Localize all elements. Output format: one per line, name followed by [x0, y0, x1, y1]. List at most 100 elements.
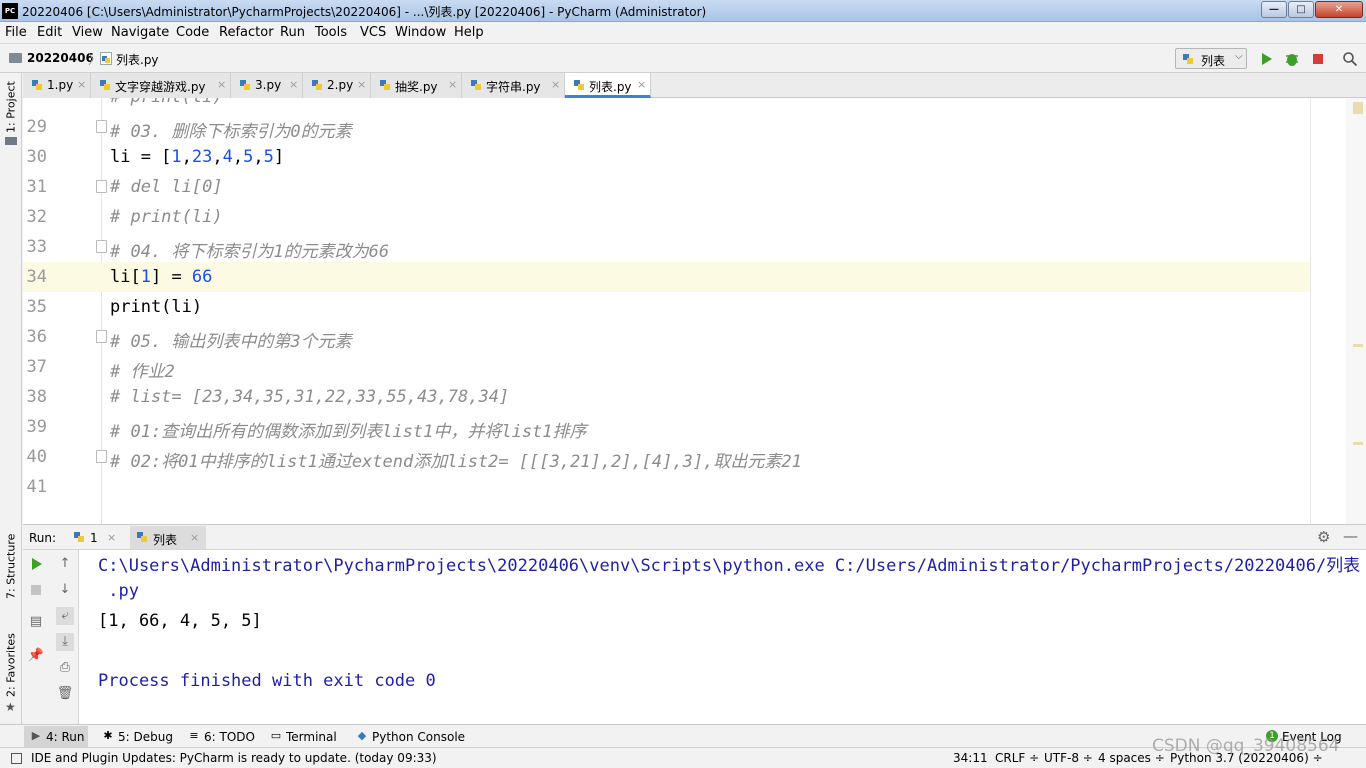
- search-icon[interactable]: [1342, 51, 1358, 67]
- close-tab-icon[interactable]: ×: [77, 78, 86, 91]
- pycharm-logo-icon: PC: [2, 3, 18, 19]
- hide-panel-icon[interactable]: —: [1343, 527, 1358, 545]
- tab-text-adventure-py[interactable]: 文字穿越游戏.py ×: [91, 73, 231, 98]
- menu-code[interactable]: Code: [176, 25, 209, 40]
- folder-icon: [9, 53, 22, 63]
- menu-refactor[interactable]: Refactor: [219, 25, 274, 40]
- menu-help[interactable]: Help: [454, 25, 484, 40]
- tab-3-py[interactable]: 3.py ×: [231, 73, 303, 98]
- menu-window[interactable]: Window: [395, 25, 446, 40]
- fold-marker-icon[interactable]: [96, 180, 107, 193]
- fold-marker-icon[interactable]: [96, 330, 107, 343]
- tab-label: 字符串.py: [486, 80, 541, 94]
- code-text: # print(li): [110, 98, 223, 107]
- menu-navigate[interactable]: Navigate: [111, 25, 169, 40]
- fold-marker-icon[interactable]: [96, 240, 107, 253]
- tool-tab-debug[interactable]: ✱ 5: Debug: [96, 726, 174, 747]
- tab-label: 2.py: [327, 78, 354, 92]
- tab-string-py[interactable]: 字符串.py ×: [462, 73, 565, 98]
- code-editor[interactable]: # print(li) 29 # 03. 删除下标索引为0的元素 30 li =…: [23, 98, 1366, 524]
- run-tab-1[interactable]: 1 ×: [67, 526, 125, 549]
- print-icon[interactable]: ⎙: [56, 659, 74, 677]
- file-encoding[interactable]: UTF-8 ÷: [1044, 751, 1093, 765]
- status-message-icon[interactable]: [11, 753, 22, 764]
- fold-marker-icon[interactable]: [96, 450, 107, 463]
- tool-window-favorites[interactable]: 2: Favorites: [2, 633, 20, 697]
- soft-wrap-icon[interactable]: ⤶: [56, 607, 74, 625]
- error-stripe[interactable]: [1346, 98, 1366, 524]
- close-tab-icon[interactable]: ×: [551, 78, 560, 91]
- tool-tab-todo[interactable]: ≡ 6: TODO: [182, 726, 256, 747]
- code-line: 29 # 03. 删除下标索引为0的元素: [23, 112, 1311, 142]
- chevron-down-icon: ⌵: [1235, 51, 1243, 62]
- line-separator[interactable]: CRLF ÷: [995, 751, 1039, 765]
- stop-icon[interactable]: [1310, 51, 1326, 67]
- code-text: li = [1,23,4,5,5]: [110, 147, 285, 167]
- fold-marker-icon[interactable]: [96, 120, 107, 133]
- tab-label: 文字穿越游戏.py: [115, 80, 206, 94]
- line-number: 37: [26, 357, 47, 377]
- tool-tab-python-console[interactable]: ◆ Python Console: [350, 726, 466, 747]
- close-window-button[interactable]: ✕: [1315, 1, 1363, 18]
- python-icon: [74, 532, 84, 542]
- menu-tools[interactable]: Tools: [315, 25, 347, 40]
- tab-lottery-py[interactable]: 抽奖.py ×: [371, 73, 462, 98]
- stripe-marker[interactable]: [1353, 442, 1363, 445]
- layout-icon[interactable]: ▤: [27, 613, 45, 631]
- code-text: # 05. 输出列表中的第3个元素: [110, 332, 352, 352]
- menu-vcs[interactable]: VCS: [360, 25, 386, 40]
- pin-icon[interactable]: 📌: [27, 647, 45, 665]
- run-tab-list[interactable]: 列表 ×: [130, 526, 206, 549]
- python-file-icon: [100, 52, 112, 65]
- line-number: 40: [26, 447, 47, 467]
- close-tab-icon[interactable]: ×: [357, 78, 366, 91]
- tool-tab-terminal[interactable]: ▭ Terminal: [264, 726, 344, 747]
- run-tab-label: 列表: [153, 533, 178, 547]
- scroll-down-icon[interactable]: ↓: [56, 581, 74, 599]
- status-message[interactable]: IDE and Plugin Updates: PyCharm is ready…: [31, 751, 437, 765]
- stripe-marker[interactable]: [1353, 102, 1363, 114]
- tool-window-structure[interactable]: 7: Structure: [2, 533, 20, 599]
- breadcrumb-file[interactable]: 列表.py: [116, 51, 159, 68]
- debug-icon[interactable]: [1284, 51, 1300, 67]
- run-configuration-select[interactable]: 列表 ⌵: [1175, 48, 1247, 69]
- tool-tab-run[interactable]: ▶ 4: Run: [24, 726, 88, 747]
- console-line: [1, 66, 4, 5, 5]: [98, 611, 262, 631]
- close-tab-icon[interactable]: ×: [190, 531, 199, 544]
- close-tab-icon[interactable]: ×: [217, 78, 226, 91]
- menu-file[interactable]: File: [5, 25, 27, 40]
- scroll-up-icon[interactable]: ↑: [56, 555, 74, 573]
- breadcrumb-project[interactable]: 20220406: [27, 51, 94, 65]
- tab-2-py[interactable]: 2.py ×: [303, 73, 371, 98]
- code-line: 32 # print(li): [23, 202, 1311, 232]
- menu-edit[interactable]: Edit: [37, 25, 62, 40]
- close-tab-icon[interactable]: ×: [448, 78, 457, 91]
- console-line: Process finished with exit code 0: [98, 671, 436, 691]
- maximize-button[interactable]: □: [1288, 1, 1314, 18]
- line-number: 38: [26, 387, 47, 407]
- run-icon[interactable]: [1258, 51, 1274, 67]
- stop-icon[interactable]: [27, 581, 45, 599]
- tool-window-project[interactable]: 1: Project: [2, 79, 20, 135]
- close-tab-icon[interactable]: ×: [289, 78, 298, 91]
- run-console-output[interactable]: C:\Users\Administrator\PycharmProjects\2…: [79, 550, 1366, 724]
- close-tab-icon[interactable]: ×: [107, 531, 116, 544]
- menu-view[interactable]: View: [72, 25, 103, 40]
- menu-run[interactable]: Run: [280, 25, 305, 40]
- scroll-to-end-icon[interactable]: ⤓: [56, 633, 74, 651]
- gear-icon[interactable]: ⚙: [1317, 528, 1330, 546]
- close-tab-icon[interactable]: ×: [637, 78, 646, 91]
- trash-icon[interactable]: 🗑: [56, 685, 74, 703]
- tab-1-py[interactable]: 1.py ×: [23, 73, 91, 98]
- tab-list-py[interactable]: 列表.py ×: [565, 73, 651, 98]
- python-icon: ◆: [357, 729, 367, 742]
- line-number: 30: [26, 147, 47, 167]
- minimize-button[interactable]: —: [1261, 1, 1287, 18]
- tool-tab-label: Python Console: [372, 730, 466, 744]
- stripe-marker[interactable]: [1353, 344, 1363, 347]
- caret-position[interactable]: 34:11: [953, 751, 988, 765]
- rerun-icon[interactable]: [27, 555, 45, 573]
- title-bar: PC 20220406 [C:\Users\Administrator\Pych…: [0, 0, 1366, 22]
- star-icon: ★: [5, 700, 16, 714]
- code-line: 30 li = [1,23,4,5,5]: [23, 142, 1311, 172]
